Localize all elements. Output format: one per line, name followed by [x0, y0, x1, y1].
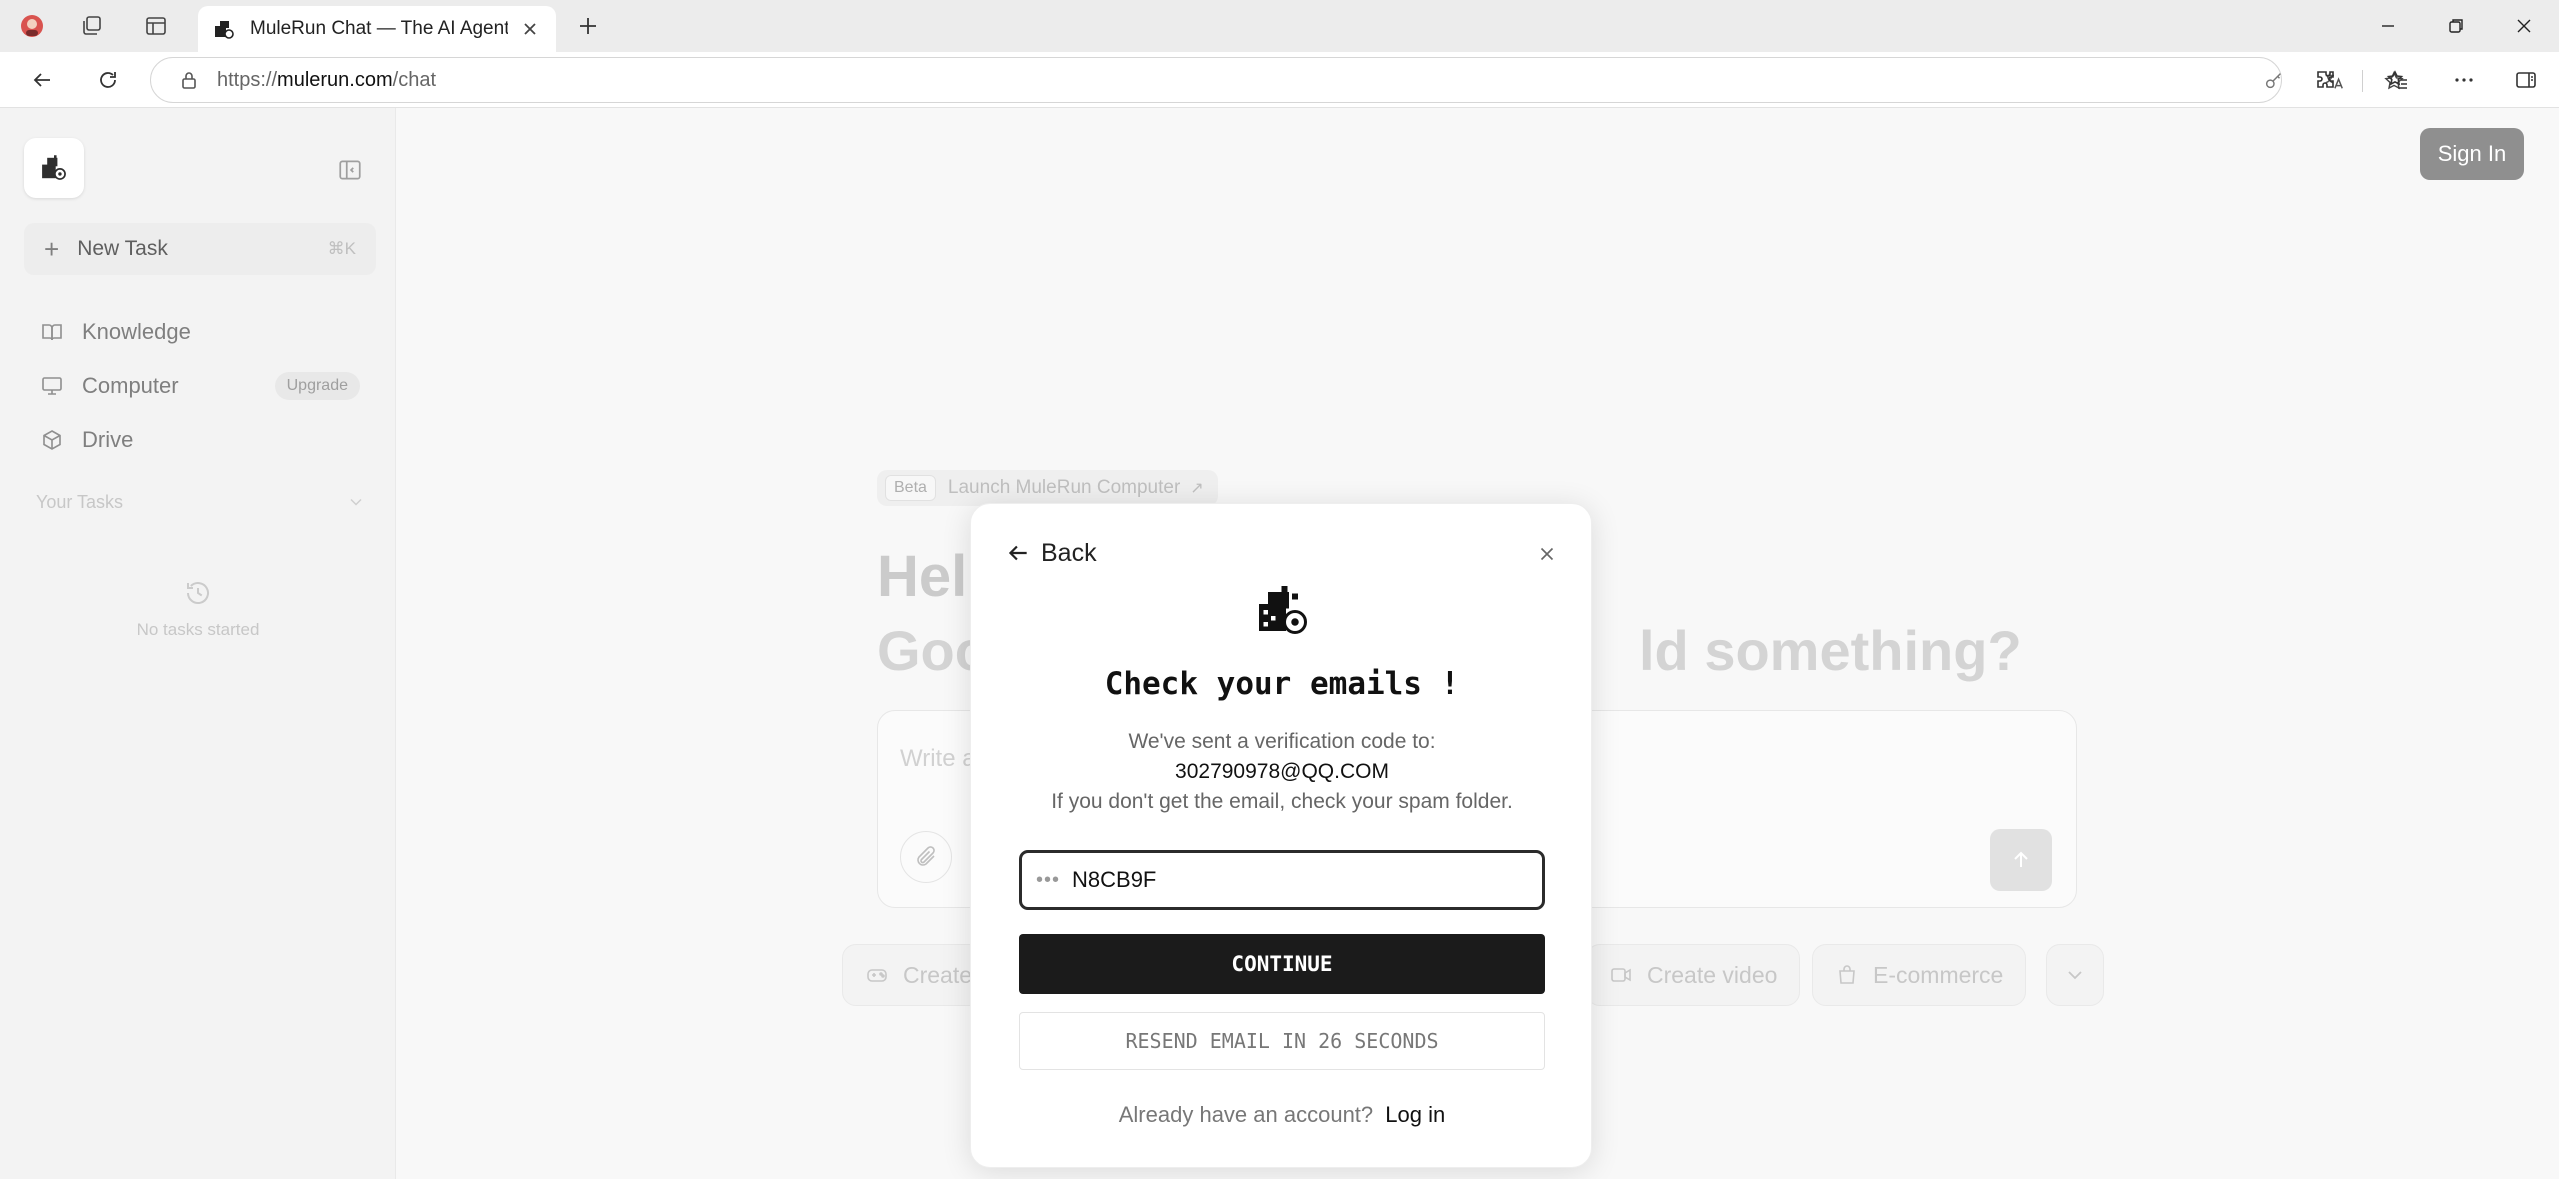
- lock-icon: [182, 72, 196, 89]
- close-icon: [1540, 547, 1554, 561]
- verification-code-field[interactable]: •••: [1019, 850, 1545, 910]
- login-prompt: Already have an account? Log in: [971, 1102, 1593, 1128]
- password-dots-icon: •••: [1036, 868, 1061, 891]
- workspaces-icon: [83, 16, 101, 35]
- close-modal-button[interactable]: [1534, 541, 1560, 567]
- minimize-button[interactable]: [2358, 6, 2418, 46]
- spam-hint-text: If you don't get the email, check your s…: [1051, 790, 1513, 813]
- close-window-button[interactable]: [2494, 6, 2554, 46]
- back-label: Back: [1041, 538, 1097, 567]
- ellipsis-icon: [2455, 78, 2473, 82]
- arrow-left-icon: [33, 73, 50, 87]
- minimize-icon: [2382, 25, 2394, 27]
- vertical-tabs-button[interactable]: [136, 8, 176, 44]
- extensions-button[interactable]: [2306, 62, 2346, 98]
- mule-logo-icon: [1259, 586, 1307, 634]
- restore-button[interactable]: [2426, 6, 2486, 46]
- url-text: https://mulerun.com/chat: [217, 68, 436, 91]
- log-in-link[interactable]: Log in: [1385, 1102, 1445, 1127]
- browser-tab-strip: MuleRun Chat — The AI Agent Th: [0, 0, 2559, 52]
- tab-actions-icon: [146, 17, 166, 35]
- back-button[interactable]: Back: [1005, 534, 1097, 572]
- more-options-button[interactable]: [2444, 62, 2484, 98]
- password-key-button[interactable]: [2259, 67, 2289, 95]
- resend-email-button[interactable]: RESEND EMAIL IN 26 SECONDS: [1019, 1012, 1545, 1070]
- favorites-button[interactable]: [2378, 62, 2418, 98]
- favorites-list-icon: [2386, 70, 2407, 89]
- back-nav-button[interactable]: [22, 62, 62, 98]
- tab-title: MuleRun Chat — The AI Agent Th: [250, 18, 508, 39]
- close-tab-icon[interactable]: [518, 17, 542, 41]
- arrow-left-icon: [1008, 545, 1027, 561]
- close-icon: [2517, 19, 2531, 33]
- active-tab[interactable]: MuleRun Chat — The AI Agent Th: [198, 6, 556, 52]
- continue-button[interactable]: CONTINUE: [1019, 934, 1545, 994]
- profile-avatar[interactable]: [12, 8, 52, 44]
- browser-toolbar: https://mulerun.com/chat: [0, 52, 2559, 108]
- verification-code-input[interactable]: [1072, 867, 1493, 893]
- new-tab-button[interactable]: [570, 10, 606, 42]
- browser-sidebar-icon: [2516, 72, 2536, 88]
- verification-modal: Back Check your emails ! We've sent a ve…: [970, 503, 1592, 1168]
- toolbar-divider: [2362, 70, 2363, 92]
- modal-title: Check your emails !: [1104, 666, 1460, 702]
- workspaces-button[interactable]: [72, 8, 112, 44]
- address-bar[interactable]: https://mulerun.com/chat: [150, 57, 2404, 103]
- plus-icon: [580, 18, 596, 34]
- sidebar-toggle-button[interactable]: [2506, 62, 2546, 98]
- puzzle-icon: [2317, 71, 2334, 88]
- mulerun-favicon-icon: [215, 21, 234, 39]
- profile-avatar-icon: [21, 15, 43, 37]
- login-prompt-text: Already have an account?: [1118, 1102, 1374, 1127]
- restore-icon: [2449, 19, 2463, 33]
- sent-code-text: We've sent a verification code to:: [1128, 730, 1436, 753]
- email-address: 302790978@QQ.COM: [1175, 760, 1389, 783]
- reload-icon: [100, 72, 116, 88]
- page: + New Task ⌘K Knowledge Computer Upgrade…: [0, 108, 2559, 1179]
- key-icon: [2265, 73, 2281, 89]
- reload-button[interactable]: [88, 62, 128, 98]
